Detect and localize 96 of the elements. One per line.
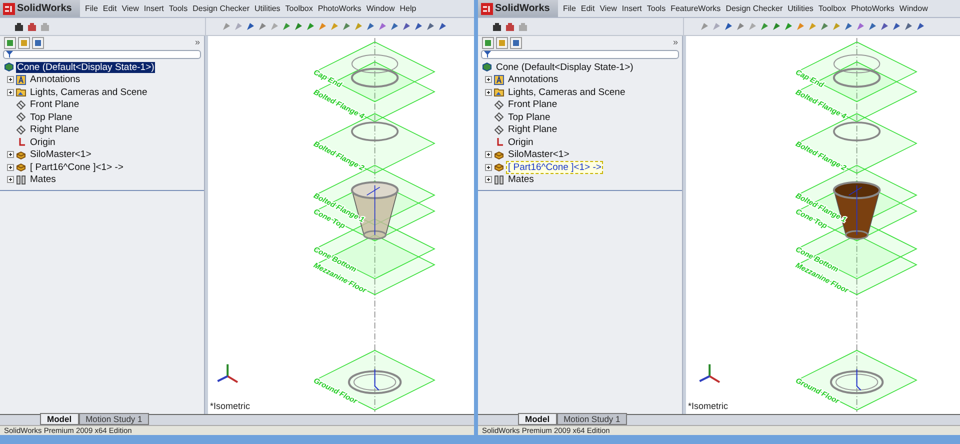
expand-panel-button[interactable]: »: [194, 36, 200, 50]
menu-item[interactable]: Help: [400, 2, 416, 14]
toolbar-icon[interactable]: [492, 22, 502, 32]
app-logo: SolidWorks: [0, 0, 80, 17]
menu-item[interactable]: Tools: [168, 2, 188, 14]
toolbar-icon[interactable]: [14, 22, 24, 32]
menu-item[interactable]: Utilities: [788, 2, 814, 14]
tree-item[interactable]: Origin: [506, 136, 536, 149]
axis-triad-icon: [217, 364, 238, 384]
view-name: *Isometric: [210, 400, 250, 412]
panel-tab-icon[interactable]: [32, 37, 44, 49]
menu-item[interactable]: Edit: [102, 2, 117, 14]
expand-panel-button[interactable]: »: [672, 36, 678, 50]
tree-item[interactable]: Annotations: [506, 73, 560, 86]
panel-tab-icon[interactable]: [4, 37, 16, 49]
expand-icon[interactable]: [485, 88, 492, 96]
menu-item[interactable]: File: [563, 2, 576, 14]
annotation-icon: [16, 74, 26, 85]
component-icon: [494, 162, 504, 172]
tree-item[interactable]: Right Plane: [506, 123, 560, 136]
menu-item[interactable]: PhotoWorks: [850, 2, 894, 14]
panel-tab-icon[interactable]: [496, 37, 508, 49]
part-icon: [4, 62, 14, 72]
plane-icon: [16, 100, 26, 110]
menu-item[interactable]: Window: [366, 2, 395, 14]
tree-item[interactable]: Top Plane: [506, 110, 552, 124]
mates-icon: [494, 174, 504, 185]
bottom-tab[interactable]: Model: [518, 413, 557, 425]
expand-icon[interactable]: [7, 88, 14, 96]
plane-icon: [16, 124, 26, 135]
axis-triad-icon: [699, 364, 720, 384]
tree-item[interactable]: Cone (Default<Display State-1>): [16, 62, 156, 73]
filter-field[interactable]: [3, 50, 201, 59]
menu-item[interactable]: Toolbox: [818, 2, 846, 14]
component-icon: [16, 162, 26, 172]
expand-icon[interactable]: [485, 151, 492, 158]
part-icon: [482, 62, 492, 72]
bottom-tab[interactable]: Model: [40, 413, 79, 425]
expand-icon[interactable]: [485, 76, 492, 84]
menu-item[interactable]: Toolbox: [285, 2, 313, 14]
menu-item[interactable]: View: [600, 2, 617, 14]
filter-icon: [484, 51, 491, 58]
menu-item[interactable]: Design Checker: [726, 2, 783, 14]
component-icon: [16, 150, 26, 160]
tree-item[interactable]: Mates: [506, 173, 536, 186]
expand-icon[interactable]: [7, 76, 14, 84]
plane-icon: [494, 100, 504, 110]
bottom-tab[interactable]: Motion Study 1: [556, 413, 628, 425]
filter-icon: [6, 51, 13, 58]
menu-item[interactable]: Edit: [580, 2, 595, 14]
expand-icon[interactable]: [485, 176, 492, 184]
view-name: *Isometric: [688, 400, 728, 412]
tree-item[interactable]: [ Part16^Cone ]<1> ->: [28, 160, 126, 174]
tree-item[interactable]: Right Plane: [28, 123, 82, 136]
tree-item[interactable]: Lights, Cameras and Scene: [506, 86, 628, 99]
tree-item[interactable]: [ Part16^Cone ]<1> ->: [506, 160, 604, 174]
menu-item[interactable]: Utilities: [254, 2, 280, 14]
menu-item[interactable]: File: [85, 2, 98, 14]
tree-item[interactable]: Annotations: [28, 73, 82, 86]
logo-icon: [481, 2, 493, 14]
tree-item[interactable]: Front Plane: [28, 98, 82, 112]
component-icon: [494, 150, 504, 160]
menu-item[interactable]: Insert: [144, 2, 164, 14]
panel-tab-icon[interactable]: [482, 37, 494, 49]
tree-item[interactable]: Cone (Default<Display State-1>): [494, 60, 636, 74]
plane-icon: [16, 112, 26, 122]
menu-item[interactable]: Design Checker: [192, 2, 250, 14]
menu-item[interactable]: PhotoWorks: [318, 2, 362, 14]
tree-item[interactable]: Front Plane: [506, 98, 560, 112]
folder-icon: [494, 87, 504, 98]
tree-item[interactable]: Top Plane: [28, 110, 74, 124]
bottom-tab[interactable]: Motion Study 1: [78, 413, 150, 425]
expand-icon[interactable]: [7, 164, 14, 171]
menu-item[interactable]: Tools: [646, 2, 666, 14]
tree-item[interactable]: Lights, Cameras and Scene: [28, 86, 150, 99]
plane-icon: [494, 112, 504, 122]
plane-icon: [494, 124, 504, 135]
menu-item[interactable]: FeatureWorks: [670, 2, 721, 14]
expand-icon[interactable]: [485, 164, 492, 171]
folder-icon: [16, 87, 26, 98]
menu-item[interactable]: Insert: [622, 2, 642, 14]
filter-field[interactable]: [481, 50, 679, 59]
tree-item[interactable]: SiloMaster<1>: [506, 148, 572, 162]
mates-icon: [16, 174, 26, 185]
menu-item[interactable]: Window: [899, 2, 928, 14]
tree-item[interactable]: SiloMaster<1>: [28, 148, 94, 162]
app-logo: SolidWorks: [478, 0, 558, 17]
tree-item[interactable]: Mates: [28, 173, 58, 186]
tree-item[interactable]: Origin: [28, 136, 58, 149]
logo-icon: [3, 2, 15, 14]
menu-item[interactable]: View: [122, 2, 139, 14]
annotation-icon: [494, 74, 504, 85]
expand-icon[interactable]: [7, 151, 14, 158]
expand-icon[interactable]: [7, 176, 14, 184]
panel-tab-icon[interactable]: [18, 37, 30, 49]
panel-tab-icon[interactable]: [510, 37, 522, 49]
